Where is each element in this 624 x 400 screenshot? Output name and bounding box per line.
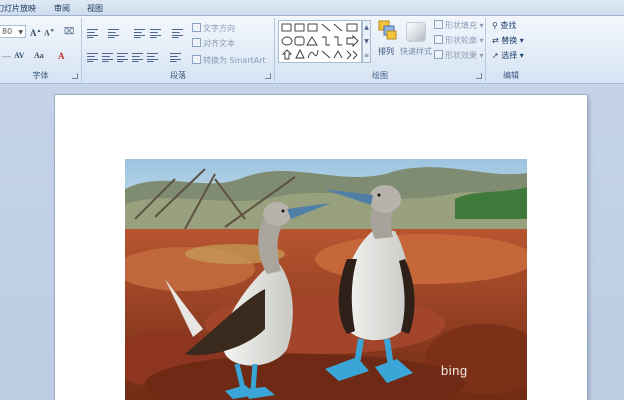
change-case-icon[interactable]: Aa (34, 50, 44, 62)
align-right-icon[interactable] (117, 53, 128, 62)
select-label: 选择 (501, 51, 518, 60)
shape-fill-label: 形状填充 (445, 21, 477, 30)
freeform-shape-icon (321, 50, 331, 59)
picture-shape-icon (307, 23, 318, 32)
quick-styles-icon (406, 22, 426, 42)
shapes-gallery-scroller[interactable]: ▲ ▼ ≡ (362, 20, 371, 63)
elbow-connector-shape-icon (322, 36, 330, 46)
text-direction-icon (192, 23, 201, 32)
convert-smartart-button[interactable]: 转换为 SmartArt (192, 55, 266, 67)
strikethrough-icon[interactable]: — (2, 50, 11, 62)
line-shape-icon (321, 23, 331, 32)
font-size-select[interactable]: 80 ▼ (0, 25, 26, 38)
replace-button[interactable]: ⇄ 替换 ▾ (492, 35, 524, 47)
justify-icon[interactable] (132, 53, 143, 62)
binoculars-icon: ⚲ (492, 21, 498, 30)
smartart-icon (192, 55, 201, 64)
paragraph-group-label: 段落 (170, 71, 186, 80)
arrange-icon (378, 20, 397, 40)
slide-photo[interactable]: bing (125, 159, 527, 400)
numbering-icon[interactable] (108, 29, 119, 38)
font-size-value: 80 (2, 27, 13, 36)
tab-view[interactable]: 视图 (80, 2, 110, 15)
bing-watermark: bing (441, 363, 468, 378)
paragraph-dialog-launcher-icon[interactable] (265, 73, 271, 79)
text-box-shape-icon (281, 23, 292, 32)
shape-outline-button[interactable]: 形状轮廓 ▾ (434, 35, 484, 47)
drawing-dialog-launcher-icon[interactable] (476, 73, 482, 79)
align-text-icon (192, 38, 201, 47)
gallery-more-icon[interactable]: ≡ (363, 49, 370, 63)
right-arrow-shape-icon (346, 34, 359, 48)
drawing-group: ▲ ▼ ≡ 排列 快速样式 形状填充 ▾ 形状轮廓 ▾ 形状效果 ▾ 绘图 (275, 18, 486, 82)
scroll-up-icon[interactable]: ▲ (363, 21, 370, 35)
down-arrow-shape-icon (281, 49, 293, 60)
quick-styles-label: 快速样式 (400, 47, 432, 56)
replace-label: 替换 (501, 36, 518, 45)
replace-icon: ⇄ (492, 36, 499, 45)
align-left-icon[interactable] (87, 53, 98, 62)
scroll-down-icon[interactable]: ▼ (363, 35, 370, 49)
curve-shape-icon (307, 49, 319, 59)
vertical-text-box-shape-icon (294, 23, 305, 32)
editing-group: ⚲ 查找 ⇄ 替换 ▾ ➚ 选择 ▾ 编辑 (486, 18, 536, 82)
text-direction-label: 文字方向 (203, 24, 235, 33)
triangle-shape-icon (306, 36, 318, 46)
paint-bucket-icon (434, 20, 443, 29)
line-spacing-icon[interactable] (172, 29, 183, 38)
star-shape-icon (295, 48, 305, 59)
rectangle-shape-icon (346, 23, 358, 32)
decrease-indent-icon[interactable] (134, 29, 145, 38)
slide-workspace: bing (0, 85, 624, 400)
chevron-shape-icon (346, 50, 358, 60)
scribble-shape-icon (333, 50, 343, 59)
font-group: 80 ▼ A▲ A▼ ⌧ — AV Aa A 字体 (0, 18, 82, 82)
shapes-gallery[interactable] (278, 20, 362, 63)
shape-effects-label: 形状效果 (445, 51, 477, 60)
align-text-label: 对齐文本 (203, 39, 235, 48)
increase-indent-icon[interactable] (150, 29, 161, 38)
find-button[interactable]: ⚲ 查找 (492, 20, 516, 32)
bullets-icon[interactable] (87, 29, 98, 38)
tab-slideshow[interactable]: 幻灯片放映 (0, 2, 38, 15)
pencil-icon (434, 35, 443, 44)
ribbon-tab-strip: 幻灯片放映 审阅 视图 (0, 0, 624, 16)
grow-font-icon[interactable]: A▲ (30, 26, 41, 38)
drawing-group-label: 绘图 (372, 71, 388, 80)
align-text-button[interactable]: 对齐文本 (192, 38, 235, 50)
text-direction-button[interactable]: 文字方向 (192, 23, 235, 35)
slide-canvas[interactable]: bing (55, 95, 587, 400)
shapes-gallery-icons (281, 23, 359, 60)
oval-shape-icon (281, 36, 293, 46)
ribbon: 80 ▼ A▲ A▼ ⌧ — AV Aa A 字体 文字方向 对齐文本 转换为 … (0, 16, 624, 84)
paragraph-group: 文字方向 对齐文本 转换为 SmartArt 段落 (82, 18, 275, 82)
distributed-icon[interactable] (147, 53, 158, 62)
clear-format-icon[interactable]: ⌧ (64, 25, 74, 37)
cursor-icon: ➚ (492, 51, 499, 60)
align-center-icon[interactable] (102, 53, 113, 62)
shape-outline-label: 形状轮廓 (445, 36, 477, 45)
font-dialog-launcher-icon[interactable] (72, 73, 78, 79)
editing-group-label: 编辑 (503, 71, 519, 80)
rounded-rect-shape-icon (294, 36, 305, 46)
convert-smartart-label: 转换为 SmartArt (203, 56, 266, 65)
font-color-icon[interactable]: A (58, 50, 65, 62)
select-button[interactable]: ➚ 选择 ▾ (492, 50, 524, 62)
tab-review[interactable]: 审阅 (47, 2, 77, 15)
chevron-down-icon: ▼ (18, 29, 23, 36)
columns-icon[interactable] (170, 53, 181, 62)
char-spacing-icon[interactable]: AV (14, 50, 25, 62)
quick-styles-button[interactable]: 快速样式 (396, 20, 436, 64)
find-label: 查找 (500, 21, 517, 30)
arrow-line-shape-icon (333, 23, 343, 32)
shrink-font-icon[interactable]: A▼ (44, 26, 55, 38)
effects-icon (434, 50, 443, 59)
elbow-arrow-shape-icon (334, 36, 342, 46)
font-group-label: 字体 (32, 71, 49, 80)
shape-fill-button[interactable]: 形状填充 ▾ (434, 20, 484, 32)
shape-effects-button[interactable]: 形状效果 ▾ (434, 50, 484, 62)
